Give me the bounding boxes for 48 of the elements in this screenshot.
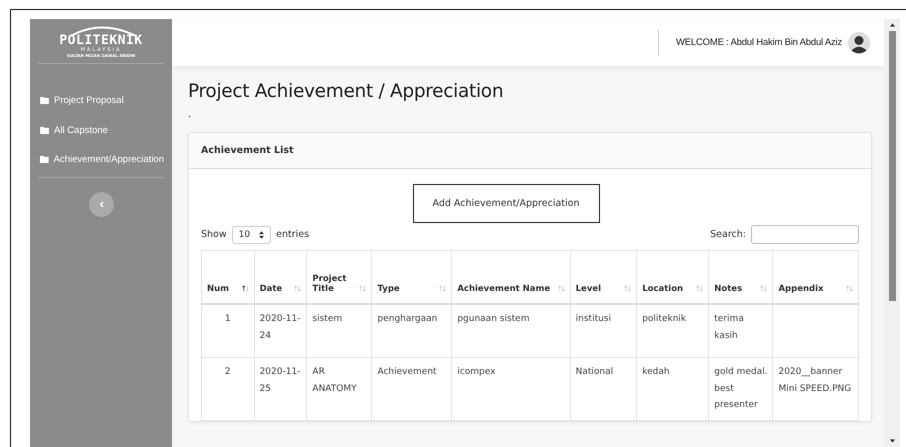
column-header[interactable]: Date [254,250,307,304]
collapse-button[interactable] [88,192,114,216]
table-cell: pgunaan sistem [457,314,530,324]
column-header[interactable]: Location [636,250,709,304]
search-label: Search: [710,229,746,240]
search-field[interactable] [751,225,859,244]
scrollbar[interactable] [884,19,900,447]
page-title: Project Achievement / Appreciation [188,80,504,104]
table-cell: AR ANATOMY [312,367,357,394]
entries-select[interactable]: 10 [232,226,272,244]
table-cell: 1 [224,314,231,324]
column-header[interactable]: Appendix [772,250,858,304]
column-header[interactable]: Level [570,250,637,304]
welcome-text: WELCOME : Abdul Hakim Bin Abdul Aziz [676,37,842,48]
table-cell: terima kasih [714,314,744,340]
scroll-up-icon[interactable] [890,23,894,27]
table-cell: 2020-11-24 [260,314,300,340]
column-header[interactable]: Notes [708,250,773,304]
table-cell: Achievement [377,367,437,377]
folder-icon [40,97,49,104]
table-cell: institusi [576,314,611,324]
folder-icon [40,126,49,134]
column-header[interactable]: Project Title [306,250,372,304]
add-button[interactable]: Add Achievement/Appreciation [412,184,600,223]
column-header[interactable]: Achievement Name [452,250,570,304]
user-avatar-icon[interactable] [848,32,870,54]
table-cell: 2020__banner Mini SPEED.PNG [778,367,852,394]
table-cell: 2020-11-25 [260,367,300,394]
table-cell: kedah [642,367,670,377]
logo-name: POLITEKNIK [59,34,143,47]
folder-icon [40,156,49,164]
chevron-left-icon [98,200,104,208]
table-cell: politeknik [642,314,686,324]
entries-label: entries [276,229,310,240]
scroll-down-icon[interactable] [890,439,894,443]
column-header[interactable]: Type [372,250,452,304]
table-cell: penghargaan [377,314,438,324]
page-subtitle: . [188,108,192,122]
table-cell: 2 [224,367,231,377]
show-label: Show [201,229,227,240]
table-cell: sistem [312,314,342,324]
select-caret-icon [259,230,264,238]
scrollbar-thumb[interactable] [888,31,896,301]
table-cell: icompex [457,367,496,377]
card-title: Achievement List [201,145,294,156]
table-cell: gold medal. best presenter [714,367,768,410]
column-header[interactable]: Num [202,250,254,304]
table-cell: National [576,367,614,377]
